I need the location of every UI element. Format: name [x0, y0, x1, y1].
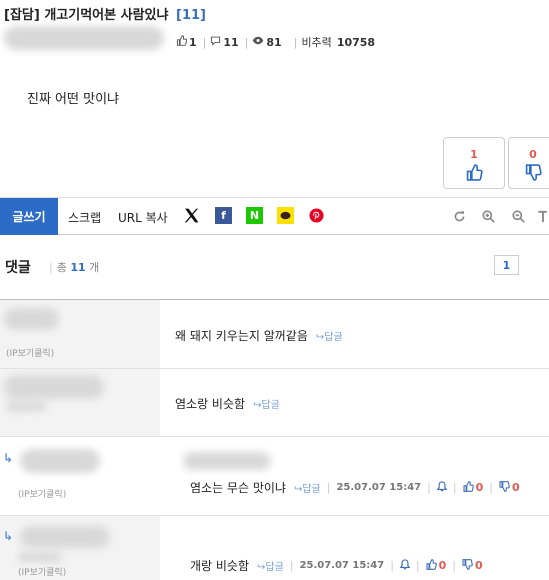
- comments-total-suffix: 개: [89, 261, 100, 274]
- scrap-button[interactable]: 스크랩: [68, 209, 101, 226]
- reply-link[interactable]: ↪답글: [316, 328, 343, 343]
- comments-total-prefix: 총: [56, 261, 67, 274]
- post-title: [잡담] 개고기먹어본 사람있냐 [11]: [4, 4, 206, 23]
- comment-text: 개랑 비슷함 ↪답글 | 25.07.07 15:47 | | 0 | 0: [190, 558, 483, 573]
- comment-date: 25.07.07 15:47: [336, 482, 422, 493]
- comment-text: 왜 돼지 키우는지 알꺼같음 ↪답글: [175, 327, 343, 344]
- post-ratio-value: 10758: [336, 35, 376, 49]
- zoom-out-icon[interactable]: [510, 208, 526, 224]
- comment-downvote-button[interactable]: [499, 480, 510, 495]
- ip-view-link[interactable]: (IP보기클릭): [18, 487, 66, 500]
- x-share-icon[interactable]: [183, 207, 200, 224]
- comment-downvote-button[interactable]: [462, 558, 473, 573]
- post-likes: 1: [189, 35, 197, 49]
- comment-body: 염소랑 비슷함: [175, 397, 246, 411]
- comment-body: 개랑 비슷함: [190, 559, 250, 573]
- comment-body: 왜 돼지 키우는지 알꺼같음: [175, 329, 308, 343]
- downvote-button[interactable]: 0: [508, 137, 549, 189]
- ip-blurred: [18, 552, 62, 562]
- comment-date: 25.07.07 15:47: [299, 560, 385, 571]
- comments-total: | 총 11 개: [49, 261, 100, 274]
- comment-text: 염소는 무슨 맛이냐 ↪답글 | 25.07.07 15:47 | | 0 | …: [190, 480, 520, 495]
- reply-arrow-icon: ↳: [3, 451, 14, 465]
- facebook-share-icon[interactable]: f: [215, 207, 232, 224]
- comment-row: (IP보기클릭) 왜 돼지 키우는지 알꺼같음 ↪답글: [0, 300, 549, 369]
- reply-link[interactable]: ↪답글: [257, 558, 284, 573]
- comment-page-button[interactable]: 1: [494, 255, 519, 275]
- author-blurred: [4, 375, 104, 399]
- font-size-icon[interactable]: [535, 208, 549, 224]
- author-blurred: [20, 449, 100, 473]
- comment-upvote-button[interactable]: [426, 558, 437, 573]
- pinterest-share-icon[interactable]: [308, 207, 325, 224]
- comment-row: 염소랑 비슷함 ↪답글: [0, 369, 549, 437]
- post-views: 81: [266, 35, 282, 49]
- eye-icon: [252, 35, 264, 49]
- ip-blurred: [6, 401, 46, 411]
- author-blurred: [20, 526, 110, 548]
- ip-view-link[interactable]: (IP보기클릭): [6, 346, 54, 359]
- url-copy-button[interactable]: URL 복사: [118, 209, 168, 226]
- reply-link[interactable]: ↪답글: [253, 396, 280, 411]
- comment-upvote-button[interactable]: [463, 480, 474, 495]
- write-button[interactable]: 글쓰기: [0, 198, 58, 235]
- reply-link[interactable]: ↪답글: [294, 480, 321, 495]
- like-icon: [176, 35, 188, 49]
- comment-row: ↳ (IP보기클릭) 개랑 비슷함 ↪답글 | 25.07.07 15:47 |…: [0, 516, 549, 580]
- post-ratio-label: 비추력: [301, 36, 332, 49]
- report-bell-icon[interactable]: [436, 480, 448, 495]
- comments-total-count: 11: [70, 261, 86, 274]
- naver-share-icon[interactable]: N: [246, 207, 263, 224]
- thumbs-up-icon: [466, 164, 483, 181]
- zoom-in-icon[interactable]: [480, 208, 496, 224]
- post-comments: 11: [223, 35, 239, 49]
- comment-upvote-count: 0: [438, 559, 447, 572]
- author-blurred: [4, 26, 164, 50]
- upvote-button[interactable]: 1: [443, 137, 505, 189]
- thumbs-down-icon: [525, 164, 542, 181]
- ip-view-link[interactable]: (IP보기클릭): [18, 565, 66, 578]
- author-blurred: [4, 308, 59, 330]
- refresh-icon[interactable]: [451, 208, 467, 224]
- comment-text: 염소랑 비슷함 ↪답글: [175, 395, 280, 412]
- reply-arrow-icon: ↳: [3, 529, 14, 543]
- post-title-text: 개고기먹어본 사람있냐: [44, 8, 169, 23]
- post-category: [잡담]: [4, 8, 40, 23]
- comment-body: 염소는 무슨 맛이냐: [190, 481, 286, 495]
- comment-icon: [210, 35, 221, 49]
- comments-title: 댓글: [5, 260, 31, 276]
- post-comment-count[interactable]: [11]: [176, 8, 206, 23]
- post-toolbar: 글쓰기 스크랩 URL 복사 f N: [0, 197, 549, 235]
- comment-downvote-count: 0: [475, 559, 483, 572]
- post-meta: 1 | 11 | 81 | 비추력 10758: [176, 34, 377, 50]
- comment-upvote-count: 0: [475, 481, 484, 494]
- reply-target-blurred: [183, 452, 271, 470]
- comment-downvote-count: 0: [511, 481, 520, 494]
- kakao-share-icon[interactable]: [277, 207, 294, 224]
- report-bell-icon[interactable]: [399, 558, 411, 573]
- comment-row: ↳ (IP보기클릭) 염소는 무슨 맛이냐 ↪답글 | 25.07.07 15:…: [0, 437, 549, 516]
- post-body: 진짜 어떤 맛이냐: [27, 92, 119, 107]
- downvote-count: 0: [529, 148, 537, 161]
- upvote-count: 1: [470, 148, 478, 161]
